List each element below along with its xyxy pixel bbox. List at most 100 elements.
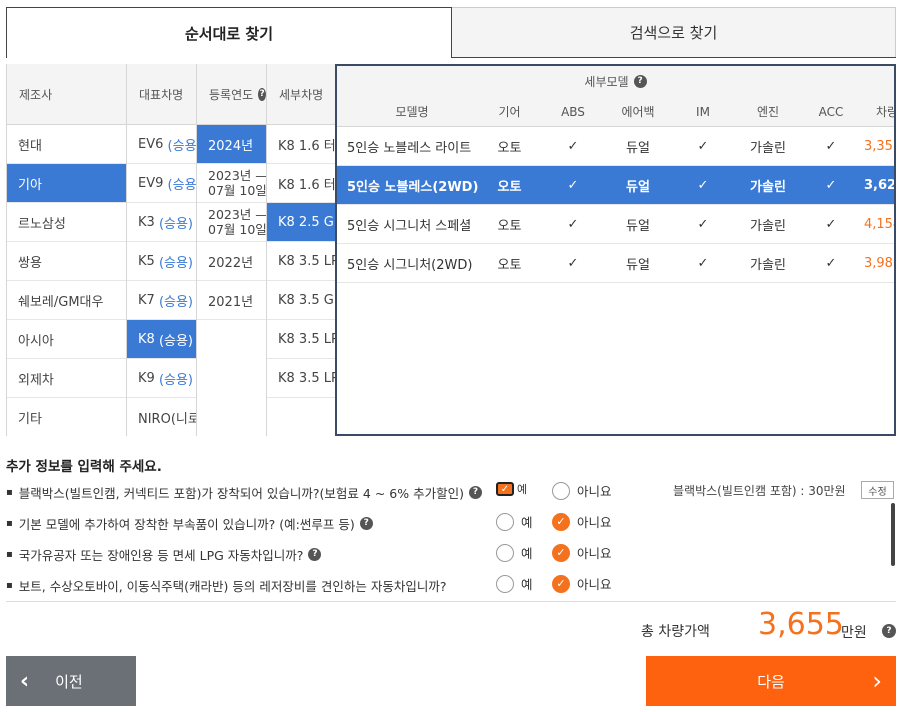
maker-item[interactable]: 쌍용 (7, 242, 126, 281)
row-price: 3,358 (864, 139, 894, 154)
detail-row[interactable]: 5인승 시그니처(2WD) 오토 ✓ 듀얼 ✓ 가솔린 ✓ 3,980 (337, 244, 894, 283)
checked-icon: ✓ (552, 574, 570, 593)
detail-row[interactable]: 5인승 노블레스 라이트 오토 ✓ 듀얼 ✓ 가솔린 ✓ 3,358 (337, 127, 894, 166)
help-icon[interactable]: ? (468, 486, 482, 499)
help-icon[interactable]: ? (308, 548, 322, 561)
next-button[interactable]: 다음 › (646, 656, 896, 706)
year-header: 등록연도? (197, 64, 266, 125)
tab-divider (452, 57, 896, 58)
col-engine: 엔진 (756, 105, 780, 119)
year-item[interactable]: 2024년 (197, 125, 266, 164)
row-airbag: 듀얼 (626, 180, 650, 195)
help-icon[interactable]: ? (258, 87, 266, 101)
maker-item[interactable]: 현대 (7, 125, 126, 164)
year-item[interactable]: 2022년 (197, 242, 266, 281)
detail-model-panel: 세부모델? 모델명 기어 ABS 에어백 IM 엔진 ACC 차량가 5인승 노… (335, 64, 896, 436)
tab-keyword-search[interactable]: 검색으로 찾기 (452, 7, 896, 58)
row-airbag: 듀얼 (626, 258, 650, 273)
maker-item[interactable]: 르노삼성 (7, 203, 126, 242)
prev-button[interactable]: ‹ 이전 (6, 656, 136, 706)
row-airbag: 듀얼 (626, 219, 650, 234)
check-icon: ✓ (825, 139, 837, 154)
maker-header: 제조사 (7, 64, 126, 125)
towing-no-radio[interactable]: ✓ 아니요 (552, 574, 612, 593)
col-im: IM (696, 104, 710, 119)
year-line-1: 2023년 — (208, 207, 266, 222)
blackbox-note: 블랙박스(빌트인캠 포함) : 30만원 (673, 484, 846, 498)
submodel-item[interactable]: K8 3.5 LPI (267, 359, 336, 398)
col-price: 차량가 (876, 105, 894, 119)
lpg-no-radio[interactable]: ✓ 아니요 (552, 543, 612, 562)
col-airbag: 에어백 (621, 105, 655, 119)
maker-column: 제조사 현대 기아 르노삼성 쌍용 쉐보레/GM대우 아시아 외제차 기타 (6, 64, 126, 436)
model-item[interactable]: NIRO(니로 (127, 398, 196, 436)
col-model-name: 모델명 (395, 105, 429, 119)
total-price-label: 총 차량가액 (641, 624, 710, 640)
model-item[interactable]: EV6 (승용) (127, 125, 196, 164)
check-icon: ✓ (825, 217, 837, 232)
detail-title: 세부모델? (337, 66, 894, 96)
help-icon[interactable]: ? (359, 517, 373, 530)
model-item[interactable]: K3 (승용) (127, 203, 196, 242)
model-item[interactable]: EV9 (승용) (127, 164, 196, 203)
check-icon: ✓ (825, 178, 837, 193)
check-icon: ✓ (567, 217, 579, 232)
detail-row[interactable]: 5인승 시그니처 스페셜 오토 ✓ 듀얼 ✓ 가솔린 ✓ 4,154 (337, 205, 894, 244)
towing-yes-radio[interactable]: 예 (496, 574, 533, 593)
submodel-item[interactable]: K8 3.5 LPI (267, 320, 336, 359)
chevron-right-icon: › (872, 667, 882, 695)
accessories-no-radio[interactable]: ✓ 아니요 (552, 512, 612, 531)
model-column: 대표차명 EV6 (승용) EV9 (승용) K3 (승용) K5 (승용) K… (126, 64, 196, 436)
model-item[interactable]: K8 (승용) (127, 320, 196, 359)
row-engine: 가솔린 (750, 258, 786, 273)
row-model-name: 5인승 시그니처(2WD) (347, 258, 473, 273)
checked-icon: ✓ (552, 512, 570, 531)
bullet-icon: ▪ (6, 580, 13, 591)
help-icon[interactable]: ? (882, 624, 896, 638)
question-lpg: ▪ 국가유공자 또는 장애인용 등 면세 LPG 자동차입니까? ? (6, 545, 322, 564)
blackbox-yes-radio[interactable]: ✓ 예 (496, 481, 527, 497)
check-icon: ✓ (567, 178, 579, 193)
submodel-item[interactable]: K8 1.6 터보 (267, 164, 336, 203)
year-line-2: 07월 10일 (208, 183, 266, 198)
lpg-yes-radio[interactable]: 예 (496, 543, 533, 562)
submodel-item[interactable]: K8 2.5 GDI (267, 203, 336, 242)
divider (6, 601, 896, 602)
check-icon: ✓ (697, 178, 709, 193)
total-price-value: 3,655 (758, 607, 844, 642)
maker-item[interactable]: 기타 (7, 398, 126, 436)
year-item[interactable]: 2023년 —07월 10일 (197, 203, 266, 242)
submodel-item[interactable]: K8 3.5 LPI (267, 242, 336, 281)
scrollbar[interactable] (891, 503, 895, 566)
row-airbag: 듀얼 (626, 141, 650, 156)
help-icon[interactable]: ? (633, 74, 647, 88)
maker-item[interactable]: 기아 (7, 164, 126, 203)
submodel-item[interactable]: K8 1.6 터보 (267, 125, 336, 164)
tab-sequential-search[interactable]: 순서대로 찾기 (6, 7, 452, 58)
maker-item[interactable]: 아시아 (7, 320, 126, 359)
edit-button[interactable]: 수정 (861, 481, 894, 499)
year-column: 등록연도? 2024년 2023년 —07월 10일 2023년 —07월 10… (196, 64, 266, 436)
col-acc: ACC (818, 104, 844, 119)
accessories-yes-radio[interactable]: 예 (496, 512, 533, 531)
submodel-item[interactable]: K8 3.5 GDI (267, 281, 336, 320)
model-item[interactable]: K5 (승용) (127, 242, 196, 281)
total-price-unit: 만원 (841, 625, 867, 641)
model-item[interactable]: K9 (승용) (127, 359, 196, 398)
maker-item[interactable]: 외제차 (7, 359, 126, 398)
row-gear: 오토 (497, 141, 522, 156)
model-header: 대표차명 (127, 64, 196, 125)
detail-row[interactable]: 5인승 노블레스(2WD) 오토 ✓ 듀얼 ✓ 가솔린 ✓ 3,625 (337, 166, 894, 205)
row-gear: 오토 (497, 180, 522, 195)
bullet-icon: ▪ (6, 487, 13, 498)
bullet-icon: ▪ (6, 549, 13, 560)
year-item[interactable]: 2021년 (197, 281, 266, 320)
row-engine: 가솔린 (750, 219, 786, 234)
check-icon: ✓ (567, 139, 579, 154)
maker-item[interactable]: 쉐보레/GM대우 (7, 281, 126, 320)
year-item[interactable]: 2023년 —07월 10일 (197, 164, 266, 203)
bullet-icon: ▪ (6, 518, 13, 529)
blackbox-no-radio[interactable]: 아니요 (552, 481, 612, 500)
model-item[interactable]: K7 (승용) (127, 281, 196, 320)
chevron-left-icon: ‹ (20, 668, 30, 694)
